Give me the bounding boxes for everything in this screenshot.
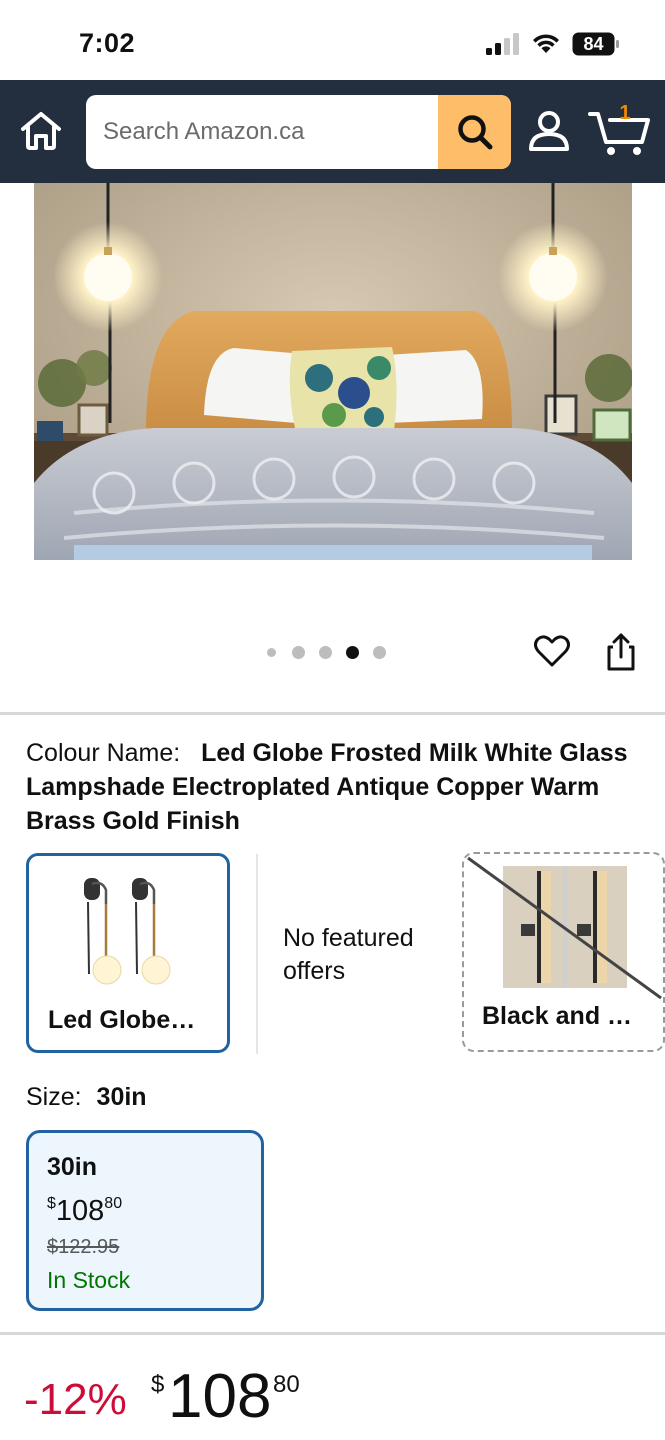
- section-divider: [0, 712, 665, 715]
- search-input[interactable]: [86, 95, 438, 169]
- status-bar: 7:02 84: [0, 0, 665, 80]
- size-value: 30in: [96, 1083, 147, 1111]
- cellular-signal-icon: [486, 33, 519, 55]
- colour-swatch-selected[interactable]: Led Globe…: [26, 853, 230, 1053]
- colour-swatch-unavailable[interactable]: Black and …: [462, 852, 665, 1052]
- size-option-availability: In Stock: [47, 1267, 131, 1293]
- size-option-name: 30in: [47, 1153, 98, 1181]
- cart-count-badge: 1: [619, 102, 631, 124]
- app-header: 1: [0, 80, 665, 183]
- price-fraction: 80: [273, 1371, 300, 1398]
- size-label: Size:: [26, 1083, 82, 1111]
- size-row: Size: 30in: [26, 1083, 147, 1112]
- wishlist-heart-icon[interactable]: [533, 632, 571, 670]
- size-option-selected[interactable]: 30in $10880 $122.95 In Stock: [26, 1130, 264, 1311]
- price-currency-symbol: $: [47, 1195, 56, 1212]
- no-featured-offers-text: No featured offers: [283, 924, 414, 985]
- price-currency-symbol: $: [151, 1371, 165, 1398]
- pagination-dot[interactable]: [267, 647, 276, 657]
- pagination-dot[interactable]: [292, 645, 305, 659]
- home-icon[interactable]: [18, 108, 64, 154]
- discount-percentage: -12%: [24, 1375, 127, 1424]
- colour-name-row: Colour Name: Led Globe Frosted Milk Whit…: [26, 736, 636, 838]
- image-pagination: [267, 644, 386, 660]
- size-option-price: $10880: [47, 1195, 122, 1228]
- section-divider: [0, 1332, 665, 1335]
- price-fraction: 80: [104, 1195, 123, 1212]
- swatch-name: Led Globe…: [48, 1006, 196, 1034]
- product-image[interactable]: [34, 183, 632, 560]
- battery-level: 84: [583, 34, 604, 54]
- share-icon[interactable]: [604, 632, 638, 672]
- price-whole: 108: [168, 1362, 272, 1431]
- search-icon: [457, 115, 492, 150]
- pagination-dot-active[interactable]: [346, 645, 359, 659]
- colour-label: Colour Name:: [26, 739, 181, 767]
- account-icon[interactable]: [526, 108, 572, 154]
- swatch-name: Black and …: [482, 1002, 633, 1030]
- search-bar: [86, 95, 511, 169]
- wifi-icon: [533, 34, 559, 53]
- battery-icon: 84: [572, 32, 620, 56]
- wall-lamp-thumbnail: [84, 878, 171, 985]
- status-time: 7:02: [79, 28, 136, 58]
- pagination-dot[interactable]: [373, 645, 386, 659]
- price-whole: 108: [55, 1195, 105, 1227]
- pagination-dot[interactable]: [319, 645, 332, 659]
- swatch-separator: [256, 854, 258, 1054]
- search-button[interactable]: [438, 95, 511, 169]
- size-option-list-price: $122.95: [47, 1236, 120, 1258]
